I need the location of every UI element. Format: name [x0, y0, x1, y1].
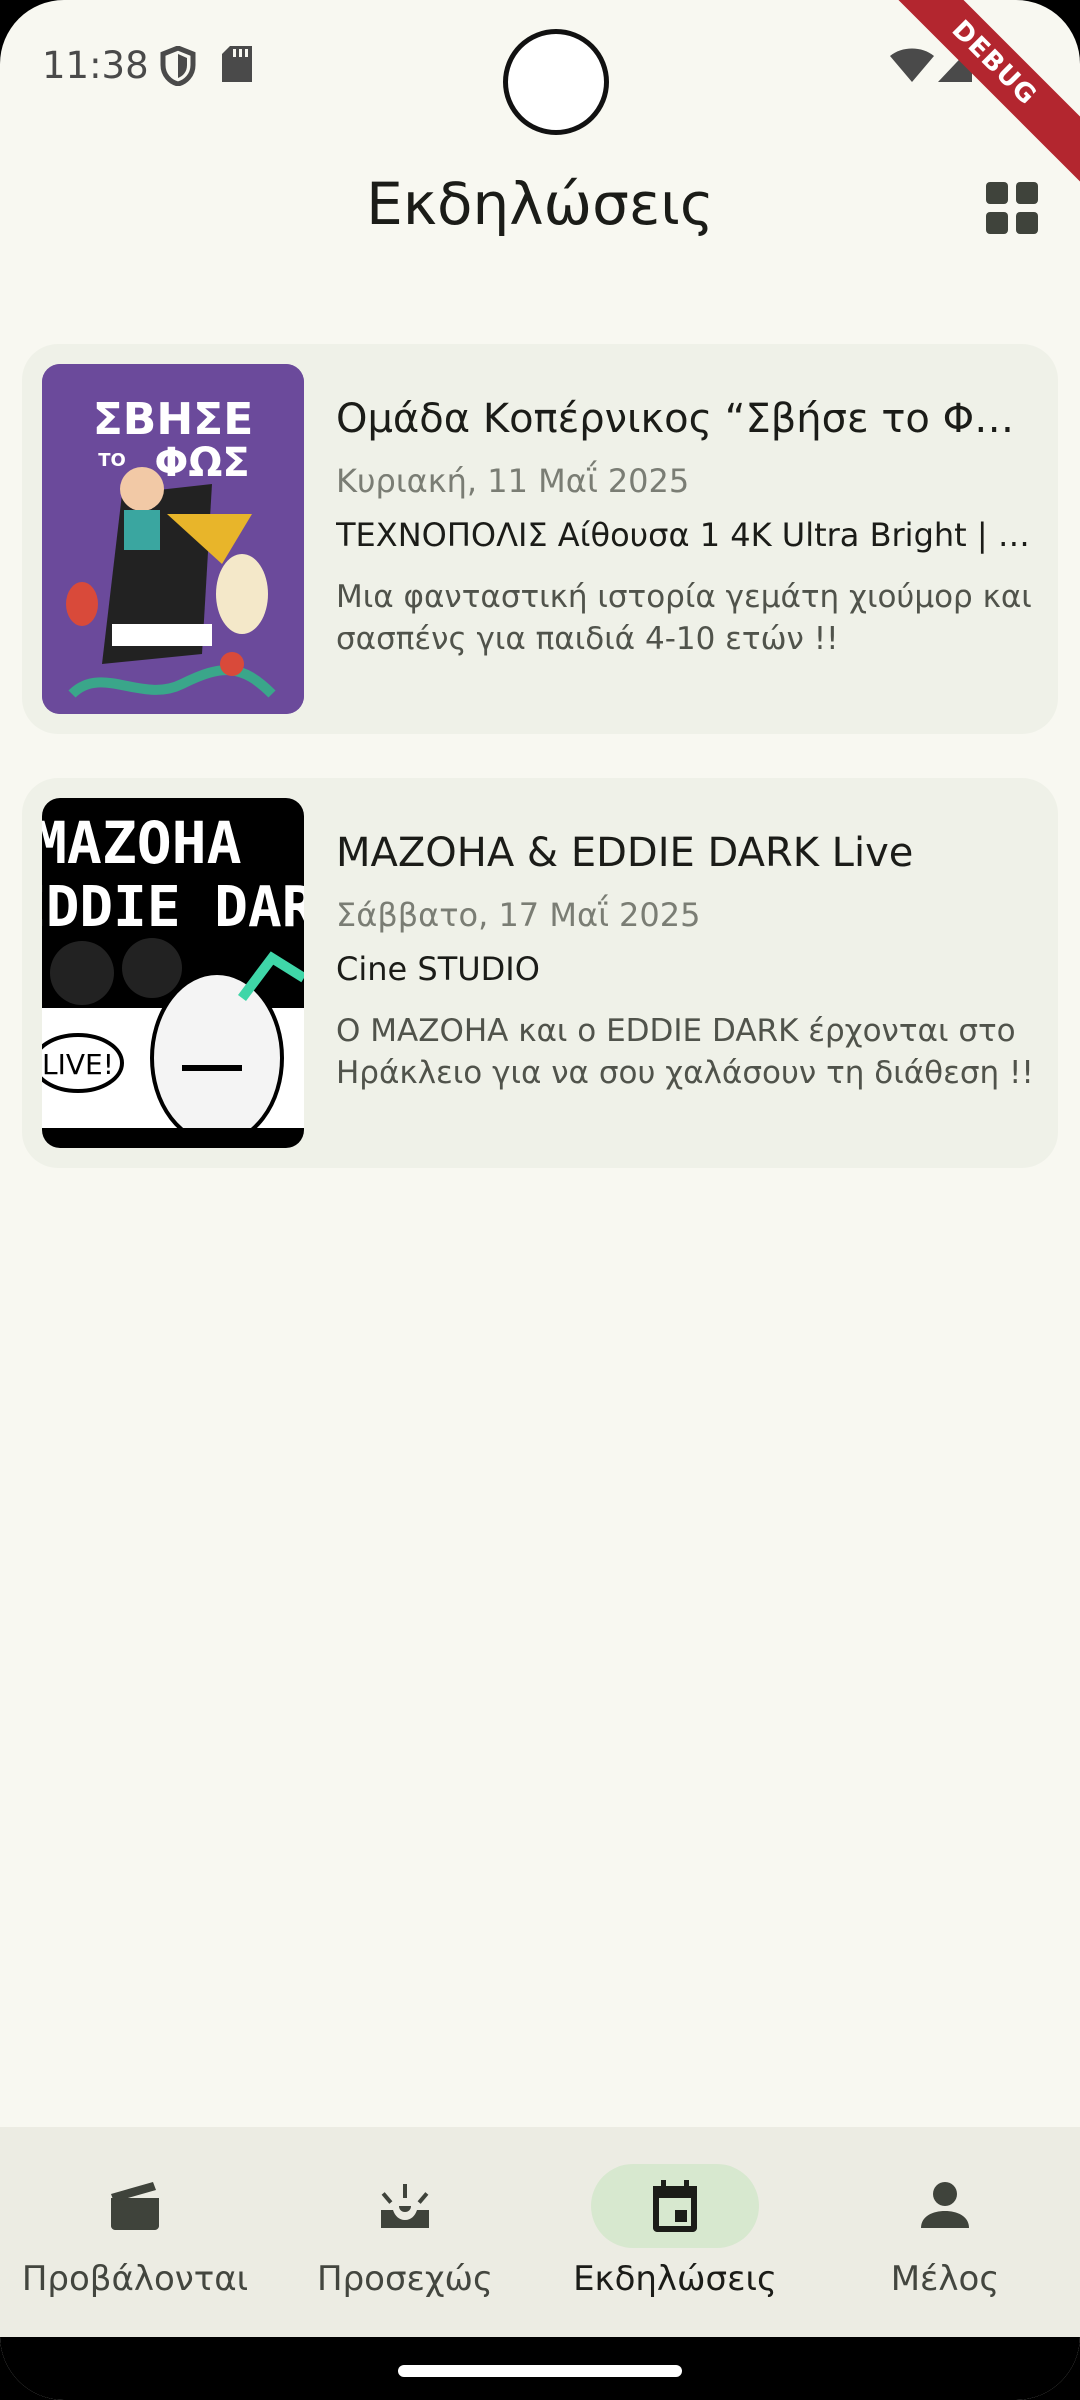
- event-poster: MAZOHA EDDIE DARK LIVE!: [42, 798, 304, 1148]
- page-title: Εκδηλώσεις: [366, 170, 714, 238]
- nav-item-member[interactable]: Μέλος: [810, 2127, 1080, 2337]
- poster-title-line1: ΣΒΗΣΕ: [93, 394, 254, 445]
- poster-title-line1: MAZOHA: [42, 809, 242, 877]
- front-camera: [503, 29, 609, 135]
- event-poster: ΣΒΗΣΕ ΤΟ ΦΩΣ: [42, 364, 304, 714]
- nav-label: Προσεχώς: [317, 2259, 493, 2299]
- nav-item-upcoming[interactable]: Προσεχώς: [270, 2127, 540, 2337]
- event-date: Κυριακή, 11 Μαΐ 2025: [336, 462, 690, 500]
- nav-item-events[interactable]: Εκδηλώσεις: [540, 2127, 810, 2337]
- poster-image: ΣΒΗΣΕ ΤΟ ΦΩΣ: [42, 364, 304, 714]
- nav-label: Μέλος: [890, 2259, 1000, 2299]
- bottom-navigation: Προβάλονται Προσεχώς Εκδηλώσεις Μέλος: [0, 2127, 1080, 2337]
- event-card[interactable]: MAZOHA EDDIE DARK LIVE! MAZOHA & EDDIE D…: [22, 778, 1058, 1168]
- event-details: MAZOHA & EDDIE DARK Live Σάββατο, 17 Μαΐ…: [336, 830, 1036, 1094]
- upcoming-icon: [381, 2184, 429, 2228]
- nav-label: Εκδηλώσεις: [573, 2259, 777, 2299]
- wifi-icon: [890, 48, 934, 82]
- app-bar: Εκδηλώσεις: [0, 150, 1080, 260]
- poster-image: MAZOHA EDDIE DARK LIVE!: [42, 798, 304, 1148]
- poster-title-line2: ΤΟ: [98, 450, 126, 471]
- person-icon: [921, 2182, 969, 2228]
- status-time: 11:38: [42, 44, 149, 87]
- home-handle[interactable]: [398, 2365, 682, 2377]
- gesture-navigation-bar: [0, 2337, 1080, 2400]
- event-title: Ομάδα Κοπέρνικος “Σβήσε το Φως”: [336, 396, 1036, 442]
- event-venue: Cine STUDIO: [336, 950, 540, 988]
- event-description: Μια φανταστική ιστορία γεμάτη χιούμορ κα…: [336, 579, 1032, 657]
- phone-screen: 11:38 DEBUG Εκδηλώσεις ΣΒΗΣΕ ΤΟ ΦΩΣ Ομάδ…: [0, 0, 1080, 2400]
- event-details: Ομάδα Κοπέρνικος “Σβήσε το Φως” Κυριακή,…: [336, 396, 1036, 660]
- calendar-icon: [653, 2180, 697, 2232]
- poster-title-line2: EDDIE DARK: [42, 875, 304, 940]
- shield-icon: [160, 46, 196, 86]
- event-date: Σάββατο, 17 Μαΐ 2025: [336, 896, 701, 934]
- event-card[interactable]: ΣΒΗΣΕ ΤΟ ΦΩΣ Ομάδα Κοπέρνικος “Σβήσε το …: [22, 344, 1058, 734]
- poster-title-line3: ΦΩΣ: [154, 440, 249, 486]
- event-venue: ΤΕΧΝΟΠΟΛΙΣ Αίθουσα 1 4K Ultra Bright | D…: [336, 516, 1036, 554]
- nav-label: Προβάλονται: [21, 2259, 249, 2299]
- poster-live-text: LIVE!: [42, 1048, 114, 1081]
- status-bar: 11:38 DEBUG: [0, 0, 1080, 186]
- sd-card-icon: [222, 46, 252, 82]
- event-title: MAZOHA & EDDIE DARK Live: [336, 830, 914, 876]
- grid-view-icon[interactable]: [984, 180, 1040, 236]
- nav-item-now-showing[interactable]: Προβάλονται: [0, 2127, 270, 2337]
- clapperboard-icon: [111, 2182, 159, 2230]
- event-description: Ο MAZOHA και ο EDDIE DARK έρχονται στο Η…: [336, 1013, 1034, 1091]
